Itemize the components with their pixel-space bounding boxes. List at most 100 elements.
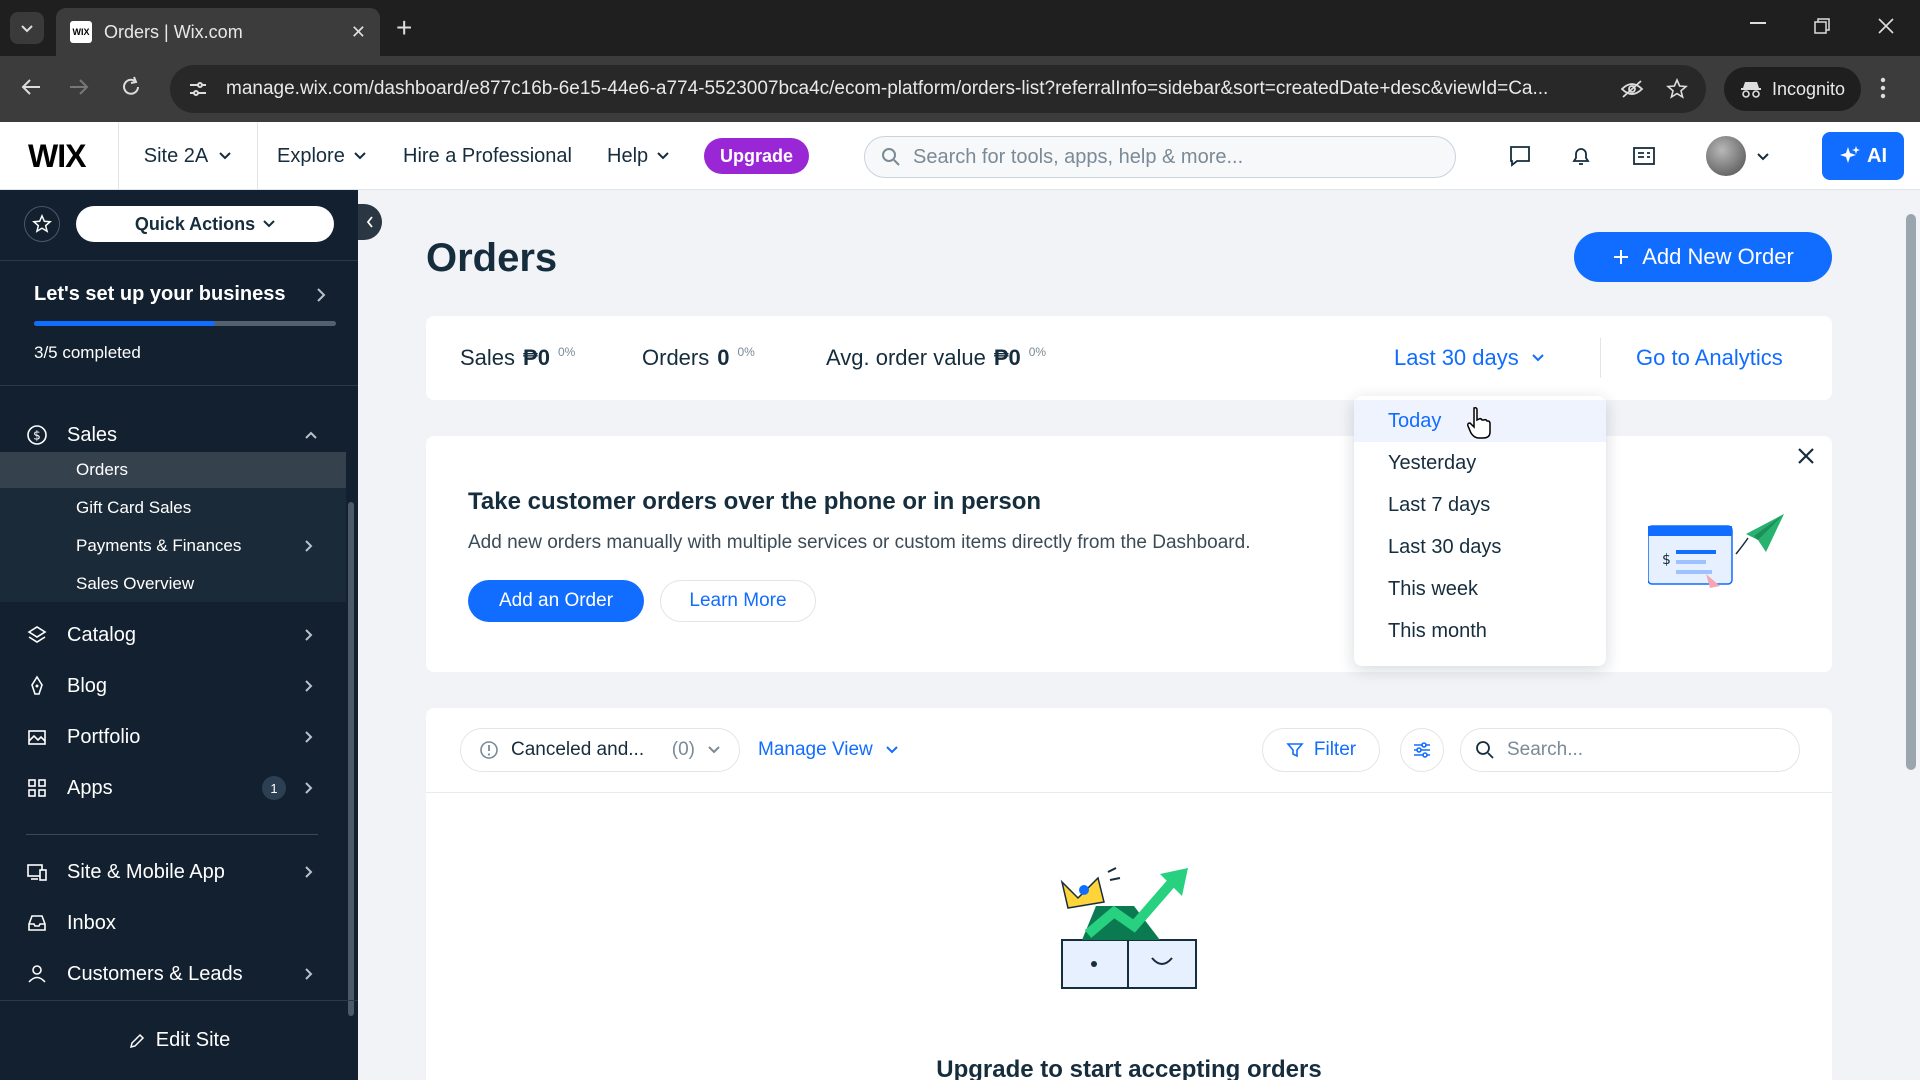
close-window-icon[interactable] <box>1878 18 1894 34</box>
sidebar-item-label: Inbox <box>67 911 116 934</box>
bookmark-star-icon[interactable] <box>1666 78 1688 100</box>
search-placeholder: Search for tools, apps, help & more... <box>913 145 1244 168</box>
catalog-icon <box>27 626 47 643</box>
add-new-order-button[interactable]: Add New Order <box>1574 232 1832 282</box>
add-new-order-label: Add New Order <box>1642 244 1794 269</box>
chevron-down-icon <box>21 25 33 33</box>
sidebar-item-catalog[interactable]: Catalog <box>0 612 358 658</box>
wix-top-bar: WIX Site 2A Explore Hire a Professional … <box>0 122 1920 190</box>
incognito-indicator[interactable]: Incognito <box>1724 67 1862 111</box>
dropdown-option-this-month[interactable]: This month <box>1354 610 1606 652</box>
wix-logo[interactable]: WIX <box>28 138 86 175</box>
help-menu[interactable]: Help <box>607 122 670 190</box>
chevron-down-icon <box>1532 354 1544 362</box>
ai-assistant-button[interactable]: AI <box>1822 132 1904 180</box>
back-icon[interactable] <box>20 76 42 98</box>
hand-cursor-icon <box>1467 407 1491 439</box>
explore-label: Explore <box>277 144 345 167</box>
main-scrollbar-thumb[interactable] <box>1906 214 1916 770</box>
go-to-analytics-link[interactable]: Go to Analytics <box>1636 316 1783 400</box>
new-tab-button[interactable]: + <box>396 14 412 42</box>
table-settings-button[interactable] <box>1400 728 1444 772</box>
quick-actions-button[interactable]: Quick Actions <box>76 206 334 242</box>
favorites-button[interactable] <box>24 206 60 242</box>
chevron-right-icon <box>317 288 326 302</box>
url-bar[interactable]: manage.wix.com/dashboard/e877c16b-6e15-4… <box>170 65 1706 113</box>
sidebar-scrollbar[interactable] <box>348 502 354 1016</box>
sidebar-item-label: Sales Overview <box>76 574 195 593</box>
sidebar-item-label: Payments & Finances <box>76 536 242 555</box>
stat-avg-order-value: Avg. order value ₱0 0% <box>826 316 1046 400</box>
quick-actions-label: Quick Actions <box>134 213 256 234</box>
sidebar-item-site-mobile-app[interactable]: Site & Mobile App <box>0 849 358 895</box>
stat-orders: Orders 0 0% <box>642 316 755 400</box>
updates-icon[interactable] <box>1632 144 1656 168</box>
explore-menu[interactable]: Explore <box>277 122 367 190</box>
learn-more-button[interactable]: Learn More <box>660 580 816 622</box>
close-icon[interactable] <box>1796 446 1816 466</box>
stat-change: 0% <box>1028 345 1047 359</box>
upgrade-button[interactable]: Upgrade <box>704 138 810 174</box>
tab-list-button[interactable] <box>10 12 44 44</box>
site-info-icon[interactable] <box>188 79 208 99</box>
chevron-down-icon <box>657 152 669 160</box>
orders-table-card: Canceled and... (0) Manage View Filter S… <box>426 708 1832 1080</box>
edit-site-button[interactable]: Edit Site <box>0 1000 358 1080</box>
avatar[interactable] <box>1706 136 1746 176</box>
eye-off-icon[interactable] <box>1620 79 1644 99</box>
sidebar-item-portfolio[interactable]: Portfolio <box>0 714 358 760</box>
site-selector[interactable]: Site 2A <box>118 122 258 190</box>
contacts-icon <box>28 965 46 983</box>
manage-view-menu[interactable]: Manage View <box>758 728 899 772</box>
dropdown-option-yesterday[interactable]: Yesterday <box>1354 442 1606 484</box>
star-icon <box>32 214 52 233</box>
url-text: manage.wix.com/dashboard/e877c16b-6e15-4… <box>226 78 1549 99</box>
promo-title: Take customer orders over the phone or i… <box>468 488 1042 515</box>
dropdown-option-this-week[interactable]: This week <box>1354 568 1606 610</box>
tab-close-icon[interactable]: ✕ <box>351 22 366 43</box>
chevron-left-icon <box>366 216 373 228</box>
chevron-down-icon[interactable] <box>1756 152 1770 162</box>
chevron-up-icon <box>305 431 317 439</box>
date-range-select[interactable]: Last 30 days <box>1394 316 1545 400</box>
orders-search-input[interactable]: Search... <box>1460 728 1800 772</box>
sidebar-item-label: Orders <box>76 460 128 479</box>
stat-change: 0% <box>737 345 755 359</box>
chat-icon[interactable] <box>1508 144 1532 168</box>
sidebar-item-customers-leads[interactable]: Customers & Leads <box>0 951 358 997</box>
setup-progress-card[interactable]: Let's set up your business 3/5 completed <box>0 260 358 386</box>
dropdown-option-last-7-days[interactable]: Last 7 days <box>1354 484 1606 526</box>
dropdown-option-last-30-days[interactable]: Last 30 days <box>1354 526 1606 568</box>
collapse-sidebar-button[interactable] <box>358 204 382 240</box>
wix-favicon-icon: WIX <box>70 21 92 43</box>
chevron-down-icon <box>354 152 366 160</box>
global-search-input[interactable]: Search for tools, apps, help & more... <box>864 136 1456 178</box>
pen-nib-icon <box>31 675 43 695</box>
site-name: Site 2A <box>143 144 209 167</box>
sidebar-item-gift-card-sales[interactable]: Gift Card Sales <box>0 490 346 526</box>
setup-progress-text: 3/5 completed <box>34 343 141 362</box>
sidebar-item-inbox[interactable]: Inbox <box>0 900 358 946</box>
hire-professional-link[interactable]: Hire a Professional <box>403 122 572 190</box>
browser-menu-icon[interactable] <box>1880 76 1886 100</box>
reload-icon[interactable] <box>120 76 142 98</box>
sidebar-item-payments-finances[interactable]: Payments & Finances <box>0 528 346 564</box>
sidebar-item-apps[interactable]: Apps 1 <box>0 765 358 811</box>
sidebar-item-label: Portfolio <box>67 725 141 748</box>
saved-view-select[interactable]: Canceled and... (0) <box>460 728 740 772</box>
incognito-icon <box>1741 82 1761 98</box>
minimize-icon[interactable] <box>1750 22 1766 26</box>
order-illustration-icon: $ <box>1648 514 1784 588</box>
forward-icon[interactable] <box>68 76 90 98</box>
chevron-right-icon <box>305 866 313 878</box>
browser-tab[interactable]: WIX Orders | Wix.com ✕ <box>56 8 380 56</box>
filter-button[interactable]: Filter <box>1262 728 1380 772</box>
ai-label: AI <box>1867 144 1887 167</box>
restore-icon[interactable] <box>1814 18 1830 34</box>
sidebar-item-blog[interactable]: Blog <box>0 663 358 709</box>
bell-icon[interactable] <box>1569 144 1593 168</box>
setup-progress-fill <box>34 321 216 326</box>
sidebar-item-sales-overview[interactable]: Sales Overview <box>0 566 346 602</box>
sidebar-item-orders[interactable]: Orders <box>0 452 346 488</box>
add-an-order-button[interactable]: Add an Order <box>468 580 644 622</box>
